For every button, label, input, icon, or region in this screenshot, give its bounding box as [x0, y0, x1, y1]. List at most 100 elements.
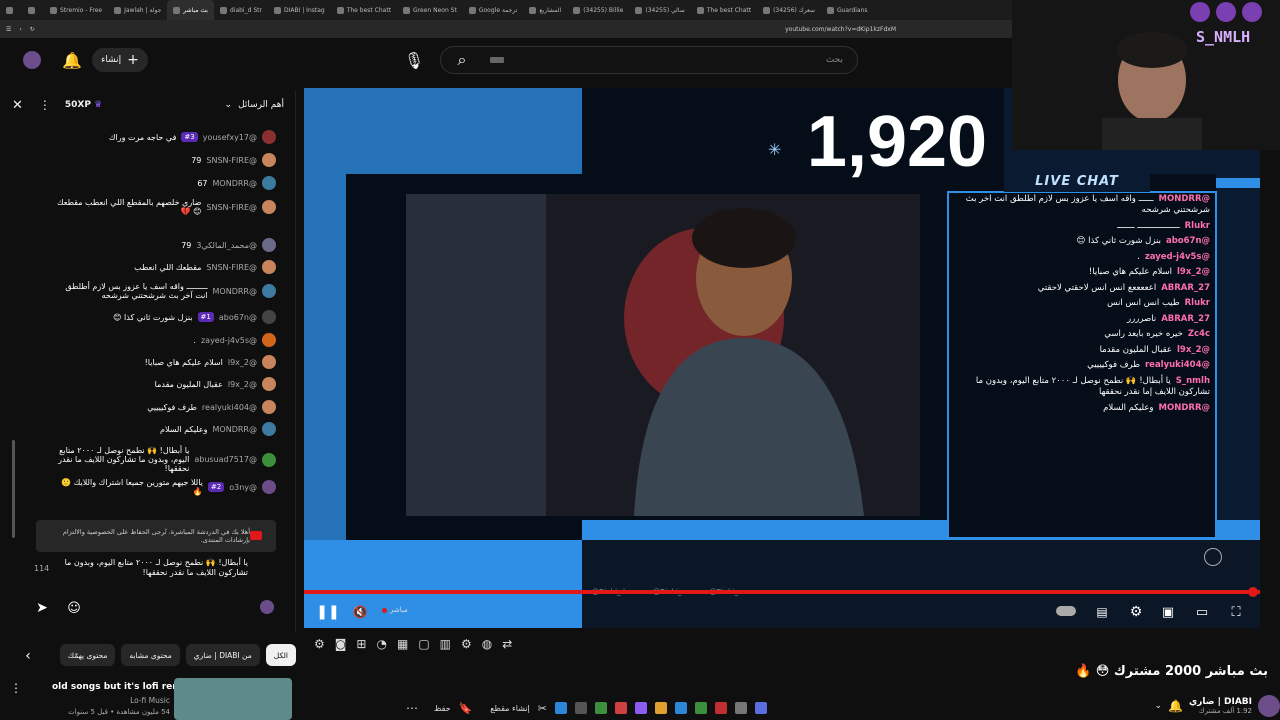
browser-tab[interactable]	[22, 0, 44, 20]
microphone-icon[interactable]: 🎙	[404, 50, 424, 70]
close-icon[interactable]: ✕	[12, 98, 23, 113]
screenshot-icon[interactable]: ◙	[335, 637, 347, 651]
more-horiz-icon[interactable]: ⋯	[406, 701, 418, 715]
chat-message[interactable]: @SNSN-FIRE 79	[191, 153, 276, 167]
windows-icon[interactable]	[555, 702, 567, 714]
filmstrip-icon[interactable]: ▥	[440, 637, 451, 651]
notifications-icon[interactable]: 🔔	[62, 50, 82, 70]
mute-icon[interactable]: 🔇	[350, 602, 370, 622]
search-taskbar-icon[interactable]	[575, 702, 587, 714]
filter-chip[interactable]: محتوى مشابه	[121, 644, 180, 666]
theater-mode-icon[interactable]: ▭	[1192, 602, 1212, 622]
spotify-icon[interactable]	[695, 702, 707, 714]
chat-mode-dropdown[interactable]: ⌄ أهم الرسائل	[225, 100, 284, 110]
chat-message[interactable]: @SNSN-FIRE مقطعك اللي انعطب	[134, 260, 276, 274]
chat-message[interactable]: @yousefxy17 #3 في حاجه مرت وراك	[109, 130, 276, 144]
browser-tab[interactable]: Google ترجمة	[463, 0, 523, 20]
discord-icon[interactable]	[755, 702, 767, 714]
progress-bar[interactable]	[304, 590, 1260, 594]
save-label[interactable]: حفظ	[434, 704, 451, 713]
chat-message[interactable]: @SNSN-FIRE ضاري خلصهم بالمقطع اللي انعطب …	[51, 198, 276, 216]
search-icon[interactable]: ⌕	[452, 50, 472, 70]
fullscreen-icon[interactable]: ⛶	[1226, 602, 1246, 622]
back-icon[interactable]: ‹	[19, 26, 21, 33]
camera-settings-icon[interactable]: ⚙	[461, 637, 472, 651]
chevron-left-icon[interactable]: ‹	[18, 646, 38, 666]
browser-tab[interactable]	[0, 0, 22, 20]
reload-icon[interactable]: ↻	[30, 26, 35, 33]
chat-message-list[interactable]: @yousefxy17 #3 في حاجه مرت وراك @SNSN-FIRE 7…	[0, 126, 296, 516]
add-icon[interactable]: ⊞	[356, 637, 366, 651]
browser-tab[interactable]: Guardians	[821, 0, 874, 20]
filter-chip[interactable]: محتوى يهمّك	[59, 644, 116, 666]
emoji-icon[interactable]: ☺	[64, 598, 84, 618]
browser-tab[interactable]: diabi_d Str	[214, 0, 268, 20]
bell-icon[interactable]: 🔔	[1168, 699, 1183, 713]
record-icon[interactable]	[715, 702, 727, 714]
folder-icon[interactable]	[655, 702, 667, 714]
browser-tab[interactable]: بث مباشر	[167, 0, 214, 20]
avatar[interactable]	[22, 50, 42, 70]
browser-tab[interactable]: Jawlah | جولة	[108, 0, 167, 20]
speed-icon[interactable]: ◔	[376, 637, 386, 651]
chat-input[interactable]: يا أبطال! 🙌 نطمح نوصل لـ ٢٠٠٠ متابع اليو…	[62, 558, 248, 598]
browser-tab[interactable]: (34256) سعرك	[757, 0, 821, 20]
browser-tab[interactable]: (34255) Billie	[567, 0, 629, 20]
live-indicator[interactable]: مباشر	[382, 606, 408, 614]
browser-tab[interactable]: Stremio - Free	[44, 0, 108, 20]
url-text[interactable]: youtube.com/watch?v=dKip1kzFdxM	[785, 26, 896, 33]
loop-icon[interactable]: ⇄	[502, 637, 512, 651]
autoplay-toggle[interactable]	[1056, 606, 1076, 616]
browser-tab[interactable]: The best Chatt	[691, 0, 757, 20]
chat-message[interactable]: @realyuki404 طرف فوكييييي	[147, 400, 276, 414]
more-options-icon[interactable]: ⋮	[39, 98, 51, 112]
chat-message[interactable]: @l9x_2 عقبال المليون مقدما	[155, 377, 276, 391]
browser-icon[interactable]	[615, 702, 627, 714]
chat-scrollbar[interactable]	[12, 440, 15, 538]
chat-message[interactable]: @محمد_المالكي3 79	[181, 238, 276, 252]
browser-tab[interactable]: سالي (34255)	[629, 0, 690, 20]
filter-chip[interactable]: من DIABI | ضاري	[185, 644, 260, 666]
chat-message[interactable]: @MONDRR ـــــــــ واقه اسف يا عزوز بس لاز…	[58, 282, 276, 300]
subtitles-icon[interactable]: ▤	[1092, 602, 1112, 622]
frame-icon[interactable]: ▢	[418, 637, 429, 651]
clip-label[interactable]: إنشاء مقطع	[490, 704, 529, 713]
film-icon[interactable]: ▦	[397, 637, 408, 651]
chevron-down-icon[interactable]: ⌄	[1154, 701, 1162, 711]
xp-badge: 50XP ♛	[64, 100, 103, 110]
pause-icon[interactable]: ❚❚	[316, 602, 339, 622]
video-player[interactable]: 1,920 ✳ LIVE CHAT @MONDRRــــــ واقه اسف…	[304, 88, 1260, 628]
channel-avatar[interactable]	[1258, 695, 1280, 717]
app-icon[interactable]	[595, 702, 607, 714]
keyboard-icon[interactable]	[490, 57, 504, 63]
audio-icon[interactable]: ◍	[482, 637, 492, 651]
filter-chip[interactable]: الكل	[265, 644, 296, 666]
video-thumbnail[interactable]	[174, 678, 292, 720]
store-icon[interactable]	[675, 702, 687, 714]
bookmark-icon[interactable]: 🔖	[459, 702, 473, 715]
more-vert-icon[interactable]: ⋮	[6, 678, 26, 698]
browser-tab[interactable]: Green Neon St	[397, 0, 463, 20]
channel-name[interactable]: DIABI | ضاري	[1189, 697, 1252, 707]
chat-message[interactable]: @MONDRR 67	[197, 176, 276, 190]
chat-message[interactable]: @zayed-j4v5s.	[193, 333, 276, 347]
recommended-title[interactable]: old songs but it's lofi remix	[52, 682, 174, 692]
browser-tab[interactable]: The best Chatt	[331, 0, 397, 20]
recommended-video[interactable]: old songs but it's lofi remix Lo-fi Musi…	[52, 678, 296, 720]
chat-message[interactable]: @MONDRR وعليكم السلام	[160, 422, 276, 436]
chat-message[interactable]: @o3ny #2 ياللا جيهم متورين جميعا اشتراك وا…	[53, 478, 276, 496]
menu-icon[interactable]: ☰	[6, 26, 11, 33]
steam-icon[interactable]	[735, 702, 747, 714]
create-button[interactable]: إنشاء +	[92, 48, 148, 72]
gear-icon[interactable]: ⚙	[314, 637, 325, 651]
browser-tab[interactable]: DIABI | Instag	[268, 0, 331, 20]
settings-gear-icon[interactable]: ⚙	[1126, 602, 1146, 622]
chat-message[interactable]: @abo67n #1 بنزل شورت ثاني كذا 😊	[113, 310, 276, 324]
chat-message[interactable]: @l9x_2 اسلام عليكم هاي صبايا!	[145, 355, 276, 369]
browser-tab[interactable]: المشاريع	[523, 0, 567, 20]
obs-icon[interactable]	[635, 702, 647, 714]
send-icon[interactable]: ➤	[32, 598, 52, 618]
miniplayer-icon[interactable]: ▣	[1158, 602, 1178, 622]
scissors-icon[interactable]: ✂	[538, 702, 547, 715]
chat-message[interactable]: @abusuad7517 يا أبطال! 🙌 نطمح نوصل لـ ٢٠٠…	[39, 446, 276, 473]
